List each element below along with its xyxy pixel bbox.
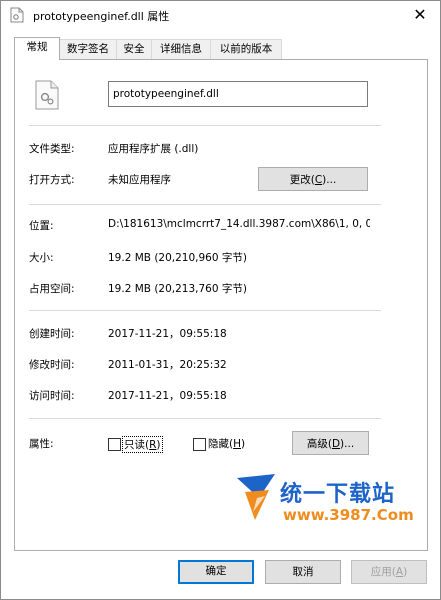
location-value: D:\181613\mclmcrrt7_14.dll.3987.com\X86\…: [108, 218, 370, 230]
tab-previous-versions[interactable]: 以前的版本: [210, 39, 282, 59]
ok-button[interactable]: 确定: [178, 560, 254, 584]
tab-general[interactable]: 常规: [14, 37, 60, 60]
divider: [29, 310, 381, 311]
created-value: 2017-11-21，09:55:18: [108, 328, 227, 340]
attributes-label: 属性:: [29, 438, 54, 450]
size-on-disk-value: 19.2 MB (20,213,760 字节): [108, 283, 247, 295]
size-label: 大小:: [29, 252, 54, 264]
tab-details[interactable]: 详细信息: [151, 39, 211, 59]
created-label: 创建时间:: [29, 328, 75, 340]
cancel-button[interactable]: 取消: [265, 560, 341, 584]
watermark-logo-icon: [237, 474, 275, 520]
file-type-icon: [35, 80, 59, 110]
change-button[interactable]: 更改(C)...: [258, 167, 368, 191]
file-name-field[interactable]: prototypeenginef.dll: [108, 81, 368, 107]
apply-button[interactable]: 应用(A): [351, 560, 427, 584]
size-value: 19.2 MB (20,210,960 字节): [108, 252, 247, 264]
location-label: 位置:: [29, 220, 54, 232]
size-on-disk-label: 占用空间:: [29, 283, 75, 295]
window-title: prototypeenginef.dll 属性: [33, 10, 170, 23]
modified-label: 修改时间:: [29, 359, 75, 371]
advanced-button[interactable]: 高级(D)...: [292, 431, 369, 455]
tab-security[interactable]: 安全: [116, 39, 152, 59]
divider: [29, 125, 381, 126]
hidden-checkbox-label[interactable]: 隐藏(H): [208, 436, 245, 451]
watermark-brand: 统一下载站: [280, 482, 396, 507]
open-with-label: 打开方式:: [29, 174, 75, 186]
file-type-label: 文件类型:: [29, 143, 75, 155]
accessed-label: 访问时间:: [29, 390, 75, 402]
properties-dialog: prototypeenginef.dll 属性 ✕ 常规 数字签名 安全 详细信…: [0, 0, 441, 600]
divider: [29, 204, 381, 205]
watermark-url: www.3987.Com: [283, 506, 414, 524]
general-panel: prototypeenginef.dll 文件类型: 应用程序扩展 (.dll)…: [14, 59, 428, 551]
divider: [29, 418, 381, 419]
accessed-value: 2017-11-21，09:55:18: [108, 390, 227, 402]
title-bar: prototypeenginef.dll 属性 ✕: [1, 1, 440, 29]
readonly-checkbox[interactable]: [108, 438, 121, 451]
file-type-value: 应用程序扩展 (.dll): [108, 143, 199, 155]
tab-digital-signatures[interactable]: 数字签名: [59, 39, 117, 59]
close-button[interactable]: ✕: [408, 5, 432, 25]
open-with-value: 未知应用程序: [108, 174, 171, 186]
readonly-checkbox-label[interactable]: 只读(R): [122, 436, 163, 453]
hidden-checkbox[interactable]: [193, 438, 206, 451]
dll-file-icon: [10, 7, 24, 23]
modified-value: 2011-01-31，20:25:32: [108, 359, 227, 371]
